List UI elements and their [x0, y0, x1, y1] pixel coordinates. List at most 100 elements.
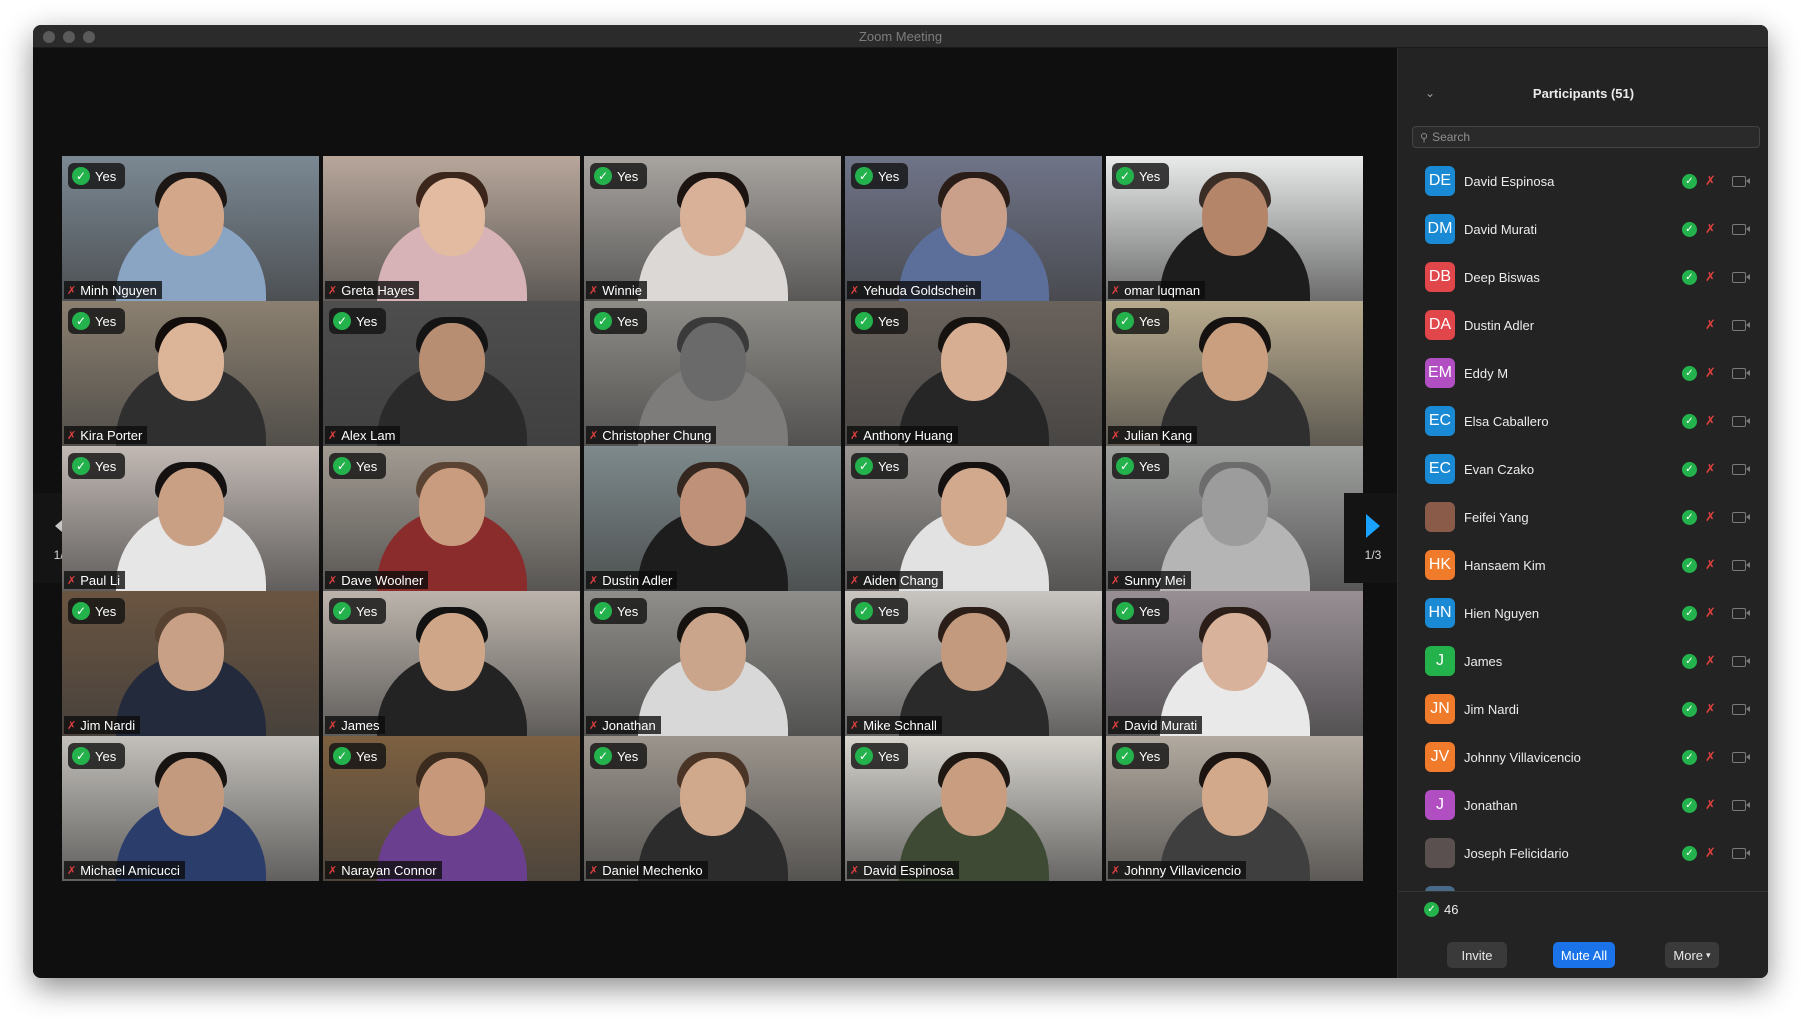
mic-muted-icon: ✗ [850, 864, 860, 877]
video-tile[interactable]: ✓ Yes ✗ Minh Nguyen [62, 156, 319, 301]
video-off-icon[interactable] [1732, 415, 1750, 427]
participant-row[interactable]: EC Evan Czako ✓ ✗ [1398, 445, 1768, 493]
participant-row[interactable]: EM Eddy M ✓ ✗ [1398, 349, 1768, 397]
mic-muted-icon[interactable]: ✗ [1705, 509, 1716, 525]
participant-row[interactable]: JN Jim Nardi ✓ ✗ [1398, 685, 1768, 733]
mute-all-button[interactable]: Mute All [1553, 942, 1615, 968]
participant-name: Daniel Mechenko [602, 862, 703, 878]
participant-row[interactable]: DB Deep Biswas ✓ ✗ [1398, 253, 1768, 301]
video-tile[interactable]: ✓ Yes ✗ Mike Schnall [845, 591, 1102, 736]
mic-muted-icon[interactable]: ✗ [1705, 461, 1716, 477]
participant-row[interactable]: DE David Espinosa ✓ ✗ [1398, 157, 1768, 205]
yes-label: Yes [1139, 168, 1161, 184]
video-off-icon[interactable] [1732, 463, 1750, 475]
mic-muted-icon[interactable]: ✗ [1705, 701, 1716, 717]
nonverbal-yes-badge: ✓ Yes [1112, 453, 1170, 479]
participant-row[interactable]: J Jonathan ✓ ✗ [1398, 781, 1768, 829]
video-tile[interactable]: ✗ Greta Hayes [323, 156, 580, 301]
next-page-button[interactable]: 1/3 [1344, 493, 1402, 583]
video-tile[interactable]: ✓ Yes ✗ Johnny Villavicencio [1106, 736, 1363, 881]
participant-name-label: ✗ Yehuda Goldschein [847, 281, 981, 299]
participant-list[interactable]: DE David Espinosa ✓ ✗ DM David Murati ✓ … [1398, 157, 1768, 917]
participant-row[interactable]: DA Dustin Adler ✗ [1398, 301, 1768, 349]
video-tile[interactable]: ✓ Yes ✗ Sunny Mei [1106, 446, 1363, 591]
mic-muted-icon[interactable]: ✗ [1705, 653, 1716, 669]
nonverbal-yes-badge: ✓ Yes [1112, 308, 1170, 334]
mic-muted-icon[interactable]: ✗ [1705, 797, 1716, 813]
video-off-icon[interactable] [1732, 175, 1750, 187]
mic-muted-icon[interactable]: ✗ [1705, 845, 1716, 861]
mic-muted-icon[interactable]: ✗ [1705, 557, 1716, 573]
participant-list-name: Feifei Yang [1464, 509, 1529, 525]
participant-row[interactable]: JV Johnny Villavicencio ✓ ✗ [1398, 733, 1768, 781]
video-tile[interactable]: ✓ Yes ✗ Kira Porter [62, 301, 319, 446]
video-tile[interactable]: ✓ Yes ✗ Yehuda Goldschein [845, 156, 1102, 301]
nonverbal-yes-badge: ✓ Yes [1112, 598, 1170, 624]
participant-row[interactable]: DM David Murati ✓ ✗ [1398, 205, 1768, 253]
video-off-icon[interactable] [1732, 271, 1750, 283]
video-tile[interactable]: ✓ Yes ✗ Aiden Chang [845, 446, 1102, 591]
video-tile[interactable]: ✓ Yes ✗ Alex Lam [323, 301, 580, 446]
video-off-icon[interactable] [1732, 223, 1750, 235]
participant-row[interactable]: HK Hansaem Kim ✓ ✗ [1398, 541, 1768, 589]
video-tile[interactable]: ✓ Yes ✗ Michael Amicucci [62, 736, 319, 881]
nonverbal-yes-badge: ✓ Yes [851, 743, 909, 769]
video-off-icon[interactable] [1732, 751, 1750, 763]
mic-muted-icon[interactable]: ✗ [1705, 605, 1716, 621]
participant-name: David Murati [1124, 717, 1198, 733]
participant-face [157, 613, 224, 691]
video-off-icon[interactable] [1732, 655, 1750, 667]
video-tile[interactable]: ✓ Yes ✗ Dave Woolner [323, 446, 580, 591]
video-tile[interactable]: ✓ Yes ✗ Winnie [584, 156, 841, 301]
video-off-icon[interactable] [1732, 607, 1750, 619]
mic-muted-icon[interactable]: ✗ [1705, 221, 1716, 237]
participant-row[interactable]: Joseph Felicidario ✓ ✗ [1398, 829, 1768, 877]
video-tile[interactable]: ✓ Yes ✗ Anthony Huang [845, 301, 1102, 446]
video-off-icon[interactable] [1732, 847, 1750, 859]
mic-muted-icon[interactable]: ✗ [1705, 413, 1716, 429]
mic-muted-icon[interactable]: ✗ [1705, 317, 1716, 333]
participant-row[interactable]: Feifei Yang ✓ ✗ [1398, 493, 1768, 541]
video-off-icon[interactable] [1732, 703, 1750, 715]
participant-search-input[interactable]: ⚲ Search [1412, 126, 1760, 148]
invite-button[interactable]: Invite [1447, 942, 1507, 968]
video-off-icon[interactable] [1732, 559, 1750, 571]
participant-row[interactable]: HN Hien Nguyen ✓ ✗ [1398, 589, 1768, 637]
participant-name: Dustin Adler [602, 572, 673, 588]
nonverbal-yes-badge: ✓ Yes [851, 453, 909, 479]
video-off-icon[interactable] [1732, 799, 1750, 811]
video-tile[interactable]: ✓ Yes ✗ Christopher Chung [584, 301, 841, 446]
participant-face [157, 323, 224, 401]
participant-row[interactable]: EC Elsa Caballero ✓ ✗ [1398, 397, 1768, 445]
mic-muted-icon[interactable]: ✗ [1705, 173, 1716, 189]
mic-muted-icon[interactable]: ✗ [1705, 365, 1716, 381]
more-button[interactable]: More ▾ [1665, 942, 1719, 968]
participant-name-label: ✗ Narayan Connor [325, 861, 442, 879]
participant-row[interactable]: J James ✓ ✗ [1398, 637, 1768, 685]
video-off-icon[interactable] [1732, 511, 1750, 523]
yes-status-icon: ✓ [1682, 365, 1697, 381]
video-off-icon[interactable] [1732, 319, 1750, 331]
video-tile[interactable]: ✓ Yes ✗ Julian Kang [1106, 301, 1363, 446]
nonverbal-yes-badge: ✓ Yes [329, 598, 387, 624]
avatar-initials: DA [1428, 316, 1452, 333]
mic-muted-icon: ✗ [328, 864, 338, 877]
video-tile[interactable]: ✓ Yes ✗ Daniel Mechenko [584, 736, 841, 881]
video-tile[interactable]: ✓ Yes ✗ Jim Nardi [62, 591, 319, 736]
video-tile[interactable]: ✓ Yes ✗ omar luqman [1106, 156, 1363, 301]
participant-face [1201, 323, 1268, 401]
check-icon: ✓ [855, 167, 873, 185]
video-tile[interactable]: ✓ Yes ✗ David Espinosa [845, 736, 1102, 881]
video-tile[interactable]: ✓ Yes ✗ David Murati [1106, 591, 1363, 736]
video-tile[interactable]: ✓ Yes ✗ Jonathan [584, 591, 841, 736]
participant-list-name: Elsa Caballero [1464, 413, 1549, 429]
mic-muted-icon[interactable]: ✗ [1705, 269, 1716, 285]
video-off-icon[interactable] [1732, 367, 1750, 379]
video-tile[interactable]: ✓ Yes ✗ James [323, 591, 580, 736]
video-tile[interactable]: ✗ Dustin Adler [584, 446, 841, 591]
video-tile[interactable]: ✓ Yes ✗ Paul Li [62, 446, 319, 591]
mic-muted-icon: ✗ [850, 284, 860, 297]
video-tile[interactable]: ✓ Yes ✗ Narayan Connor [323, 736, 580, 881]
mic-muted-icon[interactable]: ✗ [1705, 749, 1716, 765]
mic-muted-icon: ✗ [67, 719, 77, 732]
